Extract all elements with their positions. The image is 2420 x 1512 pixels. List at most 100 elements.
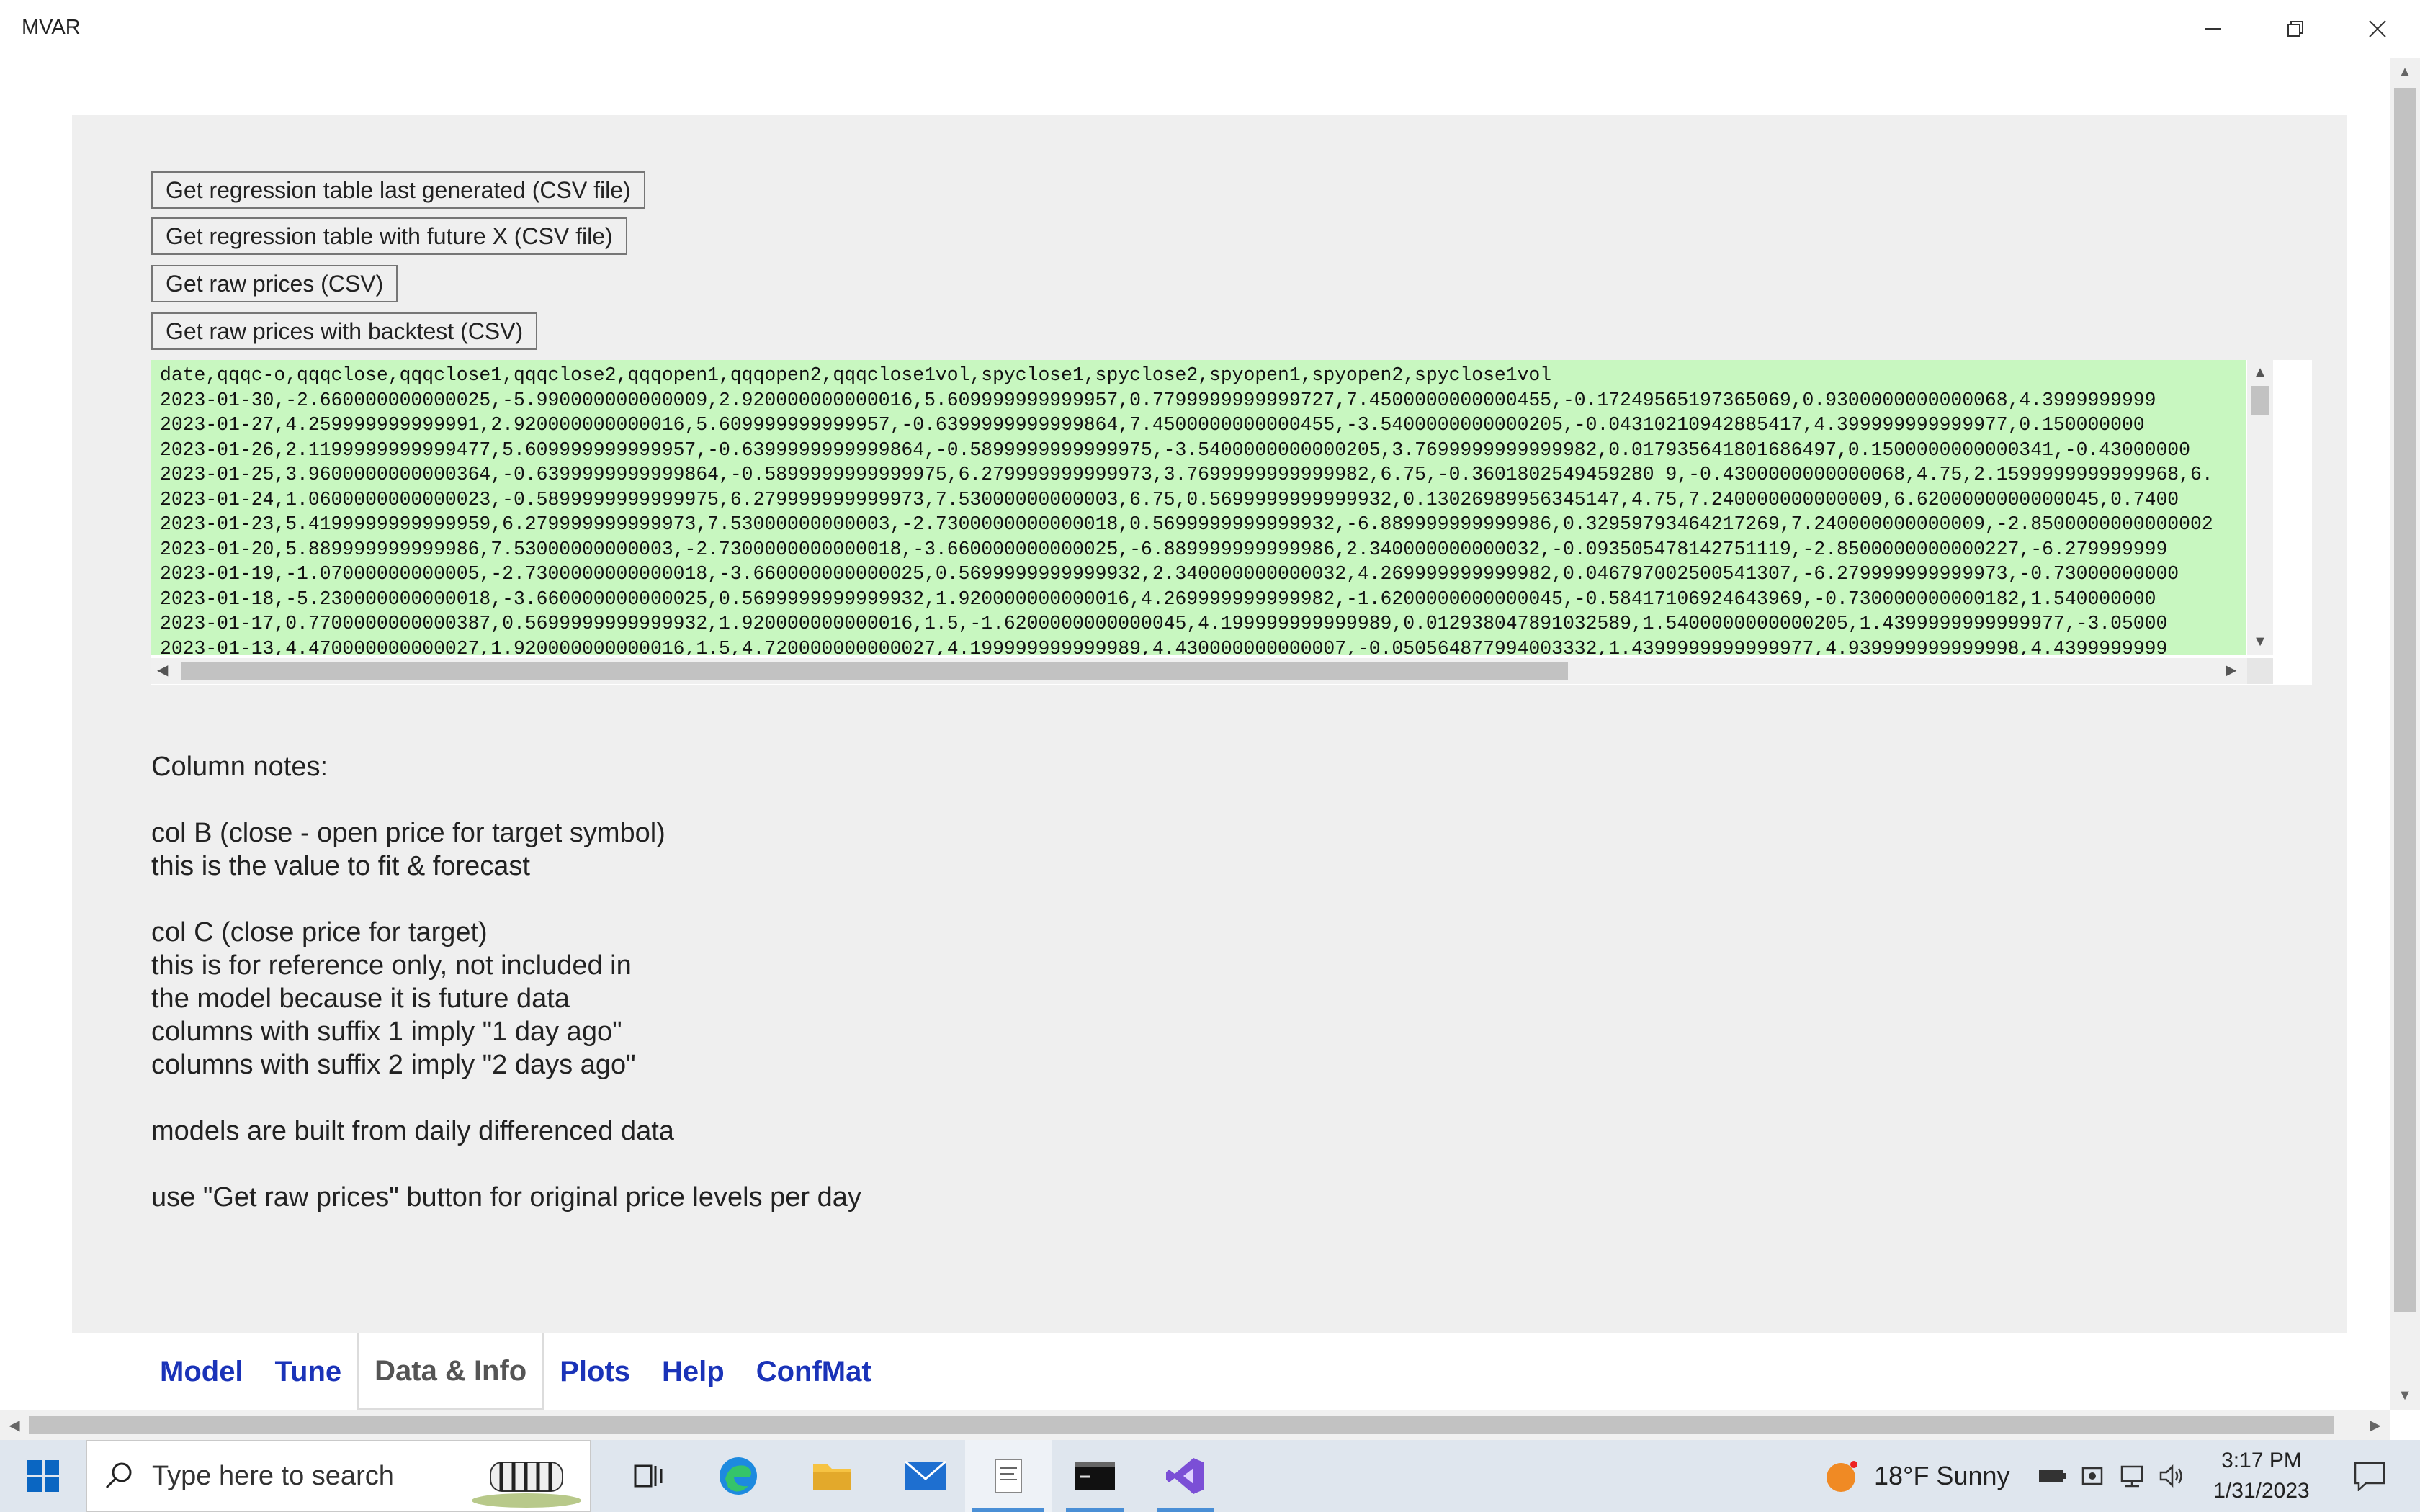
clock-time: 3:17 PM bbox=[2221, 1449, 2302, 1472]
csv-horizontal-thumb[interactable] bbox=[182, 662, 1568, 680]
minimize-icon bbox=[2205, 28, 2221, 30]
task-view-button[interactable] bbox=[619, 1440, 677, 1512]
window-horizontal-scrollbar[interactable]: ◀ ▶ bbox=[0, 1410, 2390, 1440]
taskbar-clock[interactable]: 3:17 PM 1/31/2023 bbox=[2208, 1446, 2316, 1506]
restore-button[interactable] bbox=[2254, 0, 2336, 58]
data-info-panel: Get regression table last generated (CSV… bbox=[72, 115, 2347, 1333]
clock-date: 1/31/2023 bbox=[2213, 1479, 2310, 1503]
scroll-right-icon[interactable]: ▶ bbox=[2226, 661, 2236, 679]
edge-taskbar-button[interactable] bbox=[706, 1440, 771, 1512]
note-line: columns with suffix 1 imply "1 day ago" bbox=[151, 1017, 622, 1047]
csv-textarea[interactable]: date,qqqc-o,qqqclose,qqqclose1,qqqclose2… bbox=[151, 360, 2312, 685]
minimize-button[interactable] bbox=[2172, 0, 2254, 58]
scroll-up-icon[interactable]: ▲ bbox=[2247, 364, 2273, 381]
window-scroll-up-icon[interactable]: ▲ bbox=[2390, 58, 2420, 86]
csv-data-row: 2023-01-17,0.7700000000000387,0.56999999… bbox=[160, 613, 2168, 634]
mvar-taskbar-button[interactable] bbox=[965, 1440, 1052, 1512]
note-line: the model because it is future data bbox=[151, 984, 570, 1014]
search-placeholder: Type here to search bbox=[152, 1460, 394, 1491]
window-vertical-thumb[interactable] bbox=[2394, 88, 2416, 1312]
task-view-icon bbox=[634, 1464, 663, 1488]
battery-tray-button[interactable] bbox=[2031, 1440, 2074, 1512]
csv-data-row: 2023-01-30,-2.660000000000025,-5.9900000… bbox=[160, 389, 2156, 411]
window-scroll-right-icon[interactable]: ▶ bbox=[2361, 1410, 2390, 1440]
scroll-down-icon[interactable]: ▼ bbox=[2247, 634, 2273, 650]
file-explorer-taskbar-button[interactable] bbox=[799, 1440, 864, 1512]
window-vertical-scrollbar[interactable]: ▲ ▼ bbox=[2390, 58, 2420, 1410]
speaker-icon bbox=[2159, 1464, 2182, 1488]
tab-bar: Model Tune Data & Info Plots Help ConfMat bbox=[144, 1333, 887, 1410]
meet-now-tray-button[interactable] bbox=[2074, 1440, 2110, 1512]
mail-icon bbox=[905, 1460, 946, 1490]
weather-widget[interactable]: 18°F Sunny bbox=[1822, 1440, 2038, 1512]
csv-vertical-thumb[interactable] bbox=[2251, 386, 2269, 415]
zebra-search-highlight-icon bbox=[472, 1462, 581, 1508]
csv-data-row: 2023-01-27,4.259999999999991,2.920000000… bbox=[160, 414, 2145, 436]
raw-prices-button[interactable]: Get raw prices (CSV) bbox=[151, 265, 398, 302]
notification-icon bbox=[2354, 1462, 2385, 1491]
csv-data-row: 2023-01-24,1.0600000000000023,-0.5899999… bbox=[160, 488, 2179, 510]
note-line: col C (close price for target) bbox=[151, 917, 488, 948]
csv-data-row: 2023-01-13,4.470000000000027,1.920000000… bbox=[160, 637, 2168, 656]
network-tray-button[interactable] bbox=[2114, 1440, 2150, 1512]
window-title: MVAR bbox=[22, 16, 81, 39]
network-icon bbox=[2120, 1465, 2143, 1488]
notifications-button[interactable] bbox=[2334, 1440, 2406, 1512]
meet-now-icon bbox=[2081, 1467, 2103, 1485]
scroll-left-icon[interactable]: ◀ bbox=[157, 661, 168, 679]
windows-logo-icon bbox=[27, 1460, 59, 1492]
weather-text: 18°F Sunny bbox=[1874, 1461, 2010, 1490]
csv-data-row: 2023-01-26,2.1199999999999477,5.60999999… bbox=[160, 438, 2190, 461]
tab-tune[interactable]: Tune bbox=[259, 1333, 358, 1410]
close-icon bbox=[2369, 20, 2386, 37]
note-line: Column notes: bbox=[151, 752, 328, 782]
active-app-indicator bbox=[972, 1508, 1044, 1512]
start-button[interactable] bbox=[14, 1440, 72, 1512]
note-line: col B (close - open price for target sym… bbox=[151, 818, 666, 848]
close-button[interactable] bbox=[2336, 0, 2419, 58]
csv-content[interactable]: date,qqqc-o,qqqclose,qqqclose1,qqqclose2… bbox=[151, 360, 2246, 655]
note-line: models are built from daily differenced … bbox=[151, 1116, 674, 1146]
note-line: this is for reference only, not included… bbox=[151, 950, 632, 981]
battery-icon bbox=[2039, 1470, 2066, 1482]
csv-vertical-scrollbar[interactable]: ▲ ▼ bbox=[2247, 360, 2273, 655]
edge-browser-icon bbox=[720, 1457, 757, 1495]
note-line bbox=[151, 1081, 861, 1115]
sun-weather-icon bbox=[1827, 1461, 1857, 1492]
note-line: this is the value to fit & forecast bbox=[151, 851, 530, 881]
terminal-taskbar-button[interactable] bbox=[1059, 1440, 1131, 1512]
csv-horizontal-scrollbar[interactable]: ◀ ▶ bbox=[151, 658, 2247, 684]
csv-data-row: 2023-01-19,-1.07000000000005,-2.73000000… bbox=[160, 563, 2179, 585]
taskbar: Type here to search 18°F Sunny 3:17 PM 1… bbox=[0, 1440, 2420, 1512]
tab-plots[interactable]: Plots bbox=[544, 1333, 646, 1410]
taskbar-search-box[interactable]: Type here to search bbox=[86, 1440, 591, 1512]
window-horizontal-thumb[interactable] bbox=[29, 1416, 2334, 1434]
volume-tray-button[interactable] bbox=[2154, 1440, 2190, 1512]
vs-running-indicator bbox=[1157, 1508, 1214, 1512]
terminal-running-indicator bbox=[1066, 1508, 1124, 1512]
mail-taskbar-button[interactable] bbox=[893, 1440, 958, 1512]
visual-studio-icon bbox=[1166, 1458, 1204, 1494]
terminal-icon bbox=[1075, 1462, 1115, 1490]
csv-data-row: 2023-01-18,-5.230000000000018,-3.6600000… bbox=[160, 588, 2156, 610]
csv-data-row: 2023-01-23,5.4199999999999959,6.27999999… bbox=[160, 513, 2213, 535]
window-scroll-down-icon[interactable]: ▼ bbox=[2390, 1381, 2420, 1410]
folder-icon bbox=[813, 1464, 851, 1490]
note-line bbox=[151, 783, 861, 816]
raw-prices-backtest-button[interactable]: Get raw prices with backtest (CSV) bbox=[151, 312, 538, 350]
note-line: use "Get raw prices" button for original… bbox=[151, 1182, 861, 1212]
tab-model[interactable]: Model bbox=[144, 1333, 259, 1410]
note-line bbox=[151, 1148, 861, 1181]
title-bar: MVAR bbox=[0, 0, 2420, 58]
visual-studio-taskbar-button[interactable] bbox=[1150, 1440, 1222, 1512]
tab-help[interactable]: Help bbox=[646, 1333, 740, 1410]
tab-data-info[interactable]: Data & Info bbox=[357, 1333, 544, 1410]
note-line: columns with suffix 2 imply "2 days ago" bbox=[151, 1050, 636, 1080]
csv-data-row: 2023-01-20,5.889999999999986,7.530000000… bbox=[160, 538, 2168, 560]
note-line bbox=[151, 883, 861, 916]
regression-last-button[interactable]: Get regression table last generated (CSV… bbox=[151, 171, 645, 209]
regression-future-button[interactable]: Get regression table with future X (CSV … bbox=[151, 217, 627, 255]
window-scroll-left-icon[interactable]: ◀ bbox=[0, 1410, 29, 1440]
restore-icon bbox=[2287, 21, 2303, 37]
tab-confmat[interactable]: ConfMat bbox=[740, 1333, 887, 1410]
